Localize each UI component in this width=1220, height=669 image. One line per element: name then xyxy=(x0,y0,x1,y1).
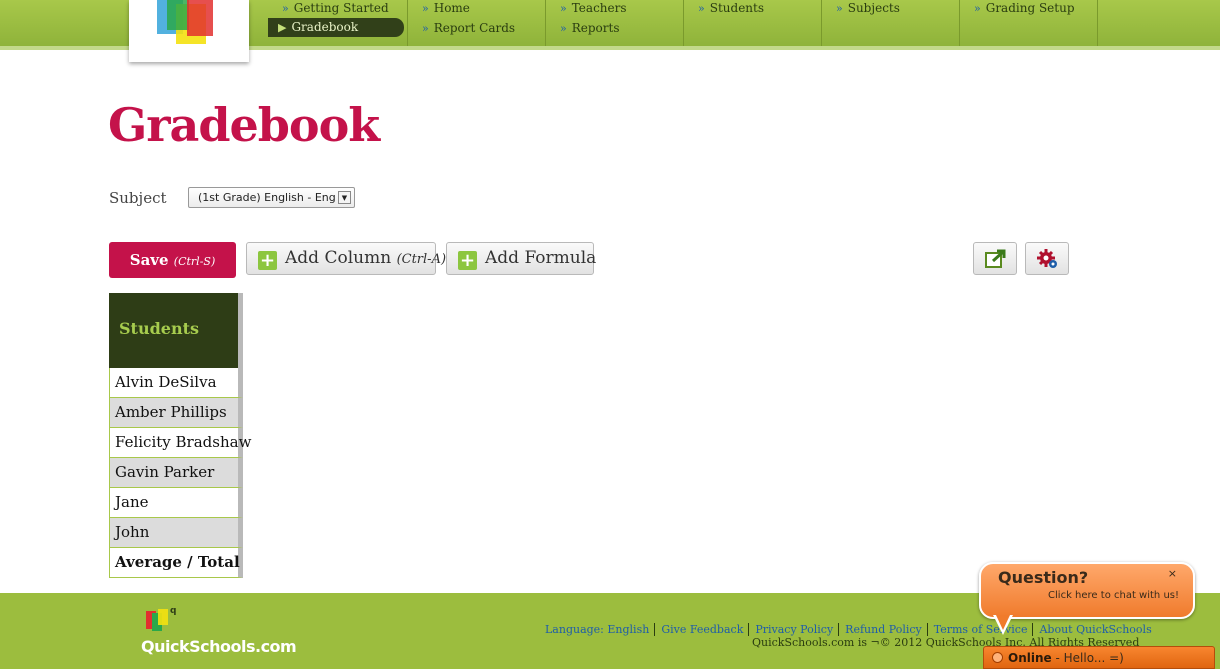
footer-logo-text: QuickSchools.com xyxy=(141,637,297,656)
footer-links: Language: English Give Feedback Privacy Po… xyxy=(545,623,1157,636)
add-column-label: Add Column xyxy=(285,248,392,268)
chat-bubble[interactable]: Question? Click here to chat with us! × xyxy=(979,562,1195,619)
chevron-right-icon: » xyxy=(560,2,567,15)
average-total-row: Average / Total xyxy=(109,548,243,578)
subject-label: Subject xyxy=(109,189,167,207)
student-row[interactable]: John xyxy=(109,518,243,548)
plus-icon: + xyxy=(458,250,477,271)
chevron-right-icon: » xyxy=(836,2,843,15)
triangle-right-icon: ▶ xyxy=(278,21,287,34)
nav-column-5: » Subjects xyxy=(822,0,960,46)
add-column-button[interactable]: + Add Column (Ctrl-A) xyxy=(246,242,446,275)
chat-subtitle: Click here to chat with us! xyxy=(1048,590,1179,601)
quickschools-logo-icon: q xyxy=(146,606,176,631)
nav-students[interactable]: » Students xyxy=(698,1,764,15)
nav-subjects[interactable]: » Subjects xyxy=(836,1,900,15)
student-row[interactable]: Jane xyxy=(109,488,243,518)
students-table: Students Alvin DeSilva Amber Phillips Fe… xyxy=(109,293,251,578)
student-row[interactable]: Gavin Parker xyxy=(109,458,243,488)
chevron-right-icon: » xyxy=(282,2,289,15)
chat-status-icon xyxy=(992,652,1003,663)
chat-status-bar[interactable]: Online - Hello... =) xyxy=(983,646,1215,669)
chevron-right-icon: » xyxy=(974,2,981,15)
dropdown-arrow-icon: ▼ xyxy=(338,191,351,204)
quickschools-logo-icon xyxy=(157,0,213,44)
chevron-right-icon: » xyxy=(422,2,429,15)
chat-status: Online xyxy=(1008,651,1052,665)
nav-home[interactable]: » Home xyxy=(422,1,470,15)
settings-button[interactable] xyxy=(1025,242,1069,275)
save-shortcut: (Ctrl-S) xyxy=(173,255,216,268)
footer-link-feedback[interactable]: Give Feedback xyxy=(654,623,749,636)
students-header: Students xyxy=(109,293,243,368)
export-button[interactable] xyxy=(973,242,1017,275)
footer-link-language[interactable]: Language: English xyxy=(545,623,654,636)
subject-select-value: (1st Grade) English - Eng xyxy=(198,191,336,204)
student-row[interactable]: Alvin DeSilva xyxy=(109,368,243,398)
nav-report-cards[interactable]: » Report Cards xyxy=(422,21,515,35)
student-row[interactable]: Felicity Bradshaw xyxy=(109,428,251,458)
chat-bubble-tail-fill xyxy=(996,615,1010,630)
chat-greeting: - Hello... =) xyxy=(1051,651,1124,665)
nav-column-3: » Teachers » Reports xyxy=(546,0,684,46)
nav-reports[interactable]: » Reports xyxy=(560,21,620,35)
chevron-right-icon: » xyxy=(560,22,567,35)
nav-grading-setup[interactable]: » Grading Setup xyxy=(974,1,1075,15)
gear-icon xyxy=(1037,249,1057,268)
footer-link-privacy[interactable]: Privacy Policy xyxy=(748,623,839,636)
nav-getting-started[interactable]: » Getting Started xyxy=(282,1,389,15)
nav-column-1: » Getting Started ▶ Gradebook xyxy=(268,0,408,46)
nav-column-4: » Students xyxy=(684,0,822,46)
footer-link-about[interactable]: About QuickSchools xyxy=(1032,623,1157,636)
footer-link-refund[interactable]: Refund Policy xyxy=(838,623,927,636)
nav-column-2: » Home » Report Cards xyxy=(408,0,546,46)
nav-column-6: » Grading Setup xyxy=(960,0,1098,46)
student-row[interactable]: Amber Phillips xyxy=(109,398,243,428)
plus-icon: + xyxy=(258,250,277,271)
save-button[interactable]: Save (Ctrl-S) xyxy=(109,242,236,278)
subject-select[interactable]: (1st Grade) English - Eng ▼ xyxy=(188,187,355,208)
footer-link-terms[interactable]: Terms of Service xyxy=(926,623,1033,636)
chat-close-icon[interactable]: × xyxy=(1168,567,1177,580)
chat-title: Question? xyxy=(998,568,1089,587)
page-title: Gradebook xyxy=(108,98,380,152)
chevron-right-icon: » xyxy=(422,22,429,35)
save-button-label: Save xyxy=(129,251,169,269)
chevron-right-icon: » xyxy=(698,2,705,15)
nav-gradebook[interactable]: ▶ Gradebook xyxy=(268,18,404,37)
add-column-shortcut: (Ctrl-A) xyxy=(396,252,447,267)
app-logo[interactable] xyxy=(129,0,249,62)
add-formula-button[interactable]: + Add Formula xyxy=(446,242,597,275)
svg-text:q: q xyxy=(170,606,176,616)
add-formula-label: Add Formula xyxy=(485,248,597,268)
external-link-icon xyxy=(985,249,1006,268)
nav-teachers[interactable]: » Teachers xyxy=(560,1,627,15)
